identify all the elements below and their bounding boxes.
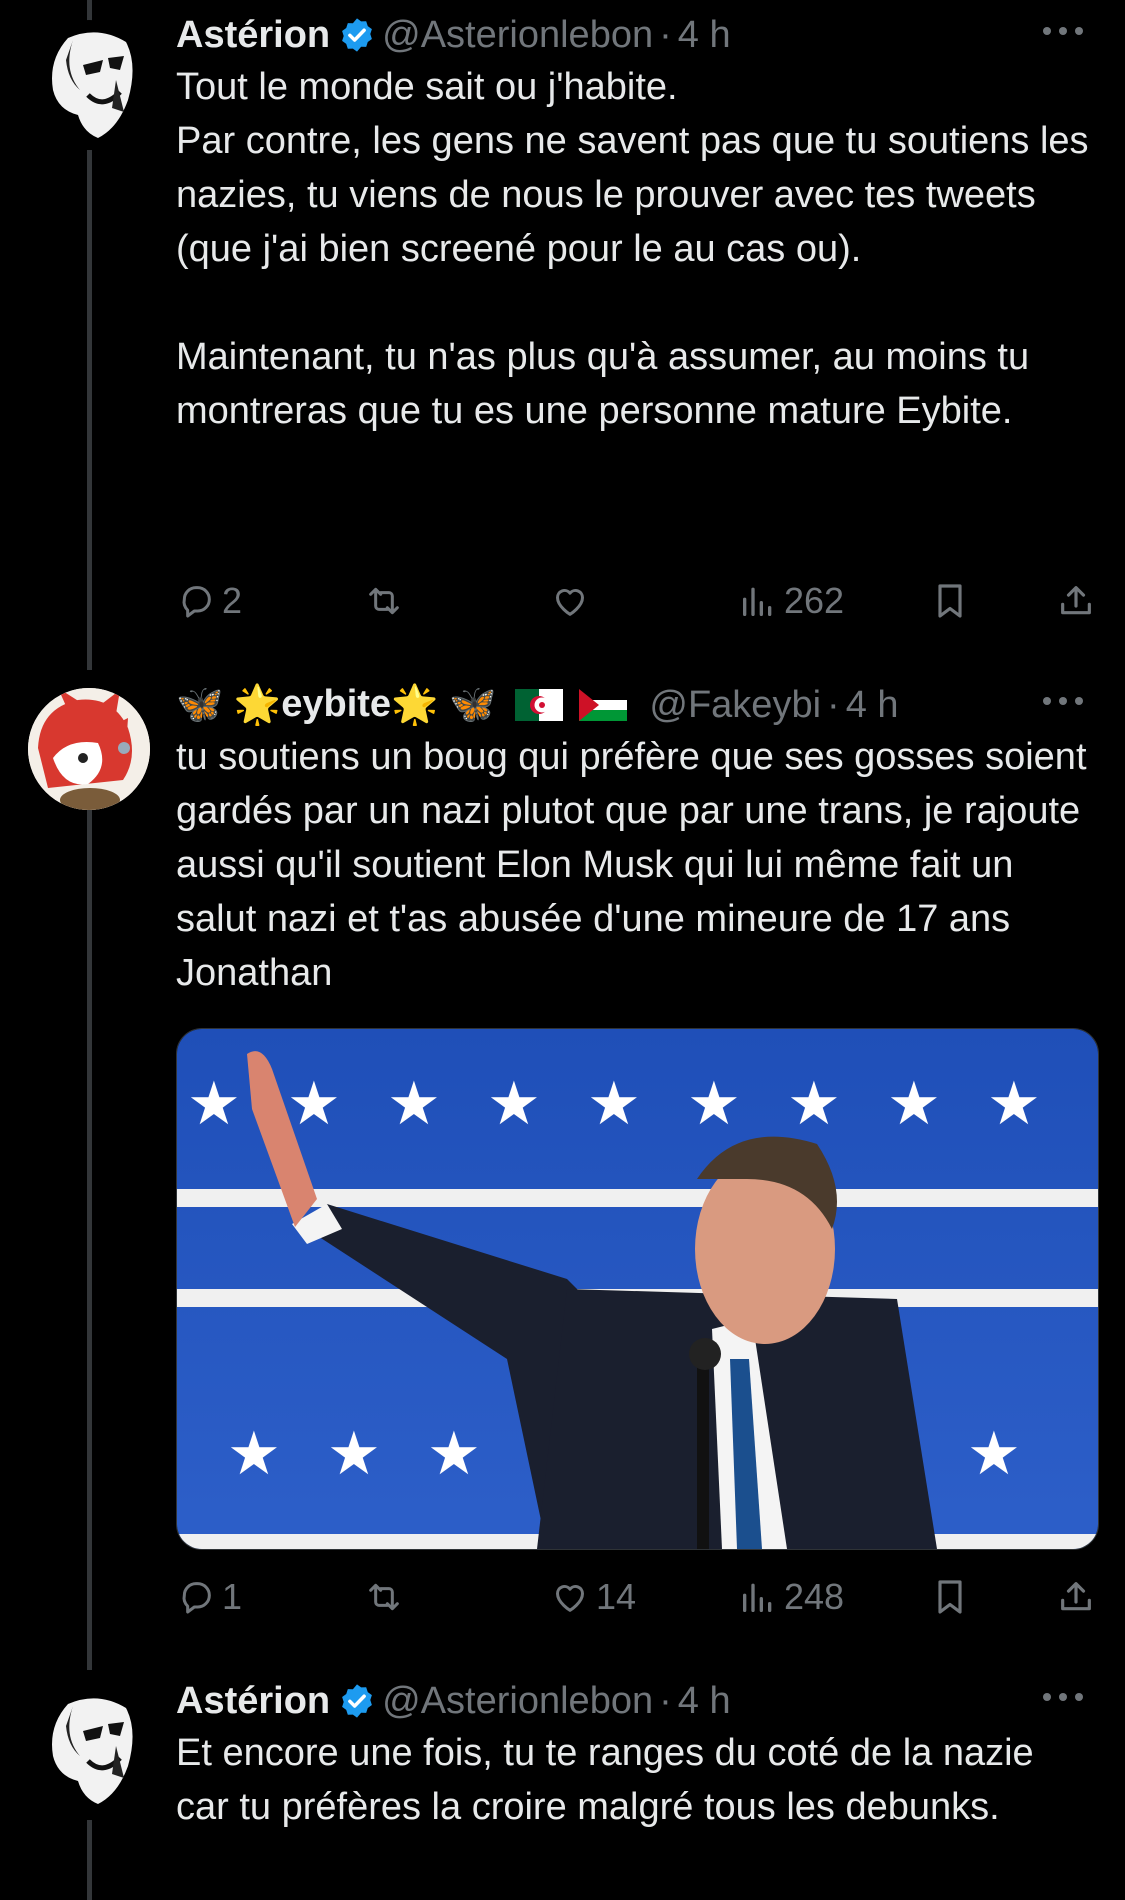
- like-count: 14: [596, 1576, 637, 1617]
- svg-text:★: ★: [327, 1419, 381, 1489]
- bookmark-button[interactable]: [930, 576, 970, 626]
- tweet-header: 🦋 🌟eybite🌟 🦋 @Fakeybi · 4 h: [176, 680, 1095, 730]
- handle[interactable]: @Asterionlebon: [382, 1680, 653, 1723]
- reply-icon: [182, 1582, 211, 1614]
- handle[interactable]: @Fakeybi: [649, 684, 821, 727]
- avatar[interactable]: [28, 688, 150, 810]
- star-icon: 🌟: [391, 684, 439, 727]
- tweet-text: Et encore une fois, tu te ranges du coté…: [176, 1732, 1045, 1828]
- retweet-icon: [369, 587, 399, 615]
- like-button[interactable]: 14: [550, 1572, 636, 1622]
- bookmark-icon: [938, 584, 962, 618]
- svg-text:★: ★: [187, 1069, 241, 1139]
- tweet-text: tu soutiens un boug qui préfère que ses …: [176, 736, 1098, 994]
- views-count: 262: [784, 580, 845, 621]
- svg-text:★: ★: [987, 1069, 1041, 1139]
- butterfly-icon: 🦋: [448, 684, 497, 727]
- display-name[interactable]: 🦋 🌟eybite🌟 🦋: [176, 682, 628, 728]
- display-name-text: eybite: [281, 682, 392, 725]
- bookmark-button[interactable]: [930, 1572, 970, 1622]
- share-icon: [1061, 586, 1091, 615]
- more-icon[interactable]: [1037, 16, 1089, 46]
- views-button[interactable]: 248: [738, 1572, 844, 1622]
- svg-text:★: ★: [687, 1069, 741, 1139]
- reply-button[interactable]: 1: [176, 1572, 242, 1622]
- like-button[interactable]: [550, 576, 596, 626]
- svg-text:★: ★: [227, 1419, 281, 1489]
- views-button[interactable]: 262: [738, 576, 844, 626]
- thread-line: [87, 1820, 92, 1900]
- verified-badge-icon: [342, 18, 373, 52]
- avatar[interactable]: [28, 20, 150, 142]
- tweet-actions: 2 262: [176, 576, 1095, 626]
- svg-text:★: ★: [487, 1069, 541, 1139]
- display-name[interactable]: Astérion: [176, 1680, 330, 1723]
- share-icon: [1061, 1582, 1091, 1611]
- handle[interactable]: @Asterionlebon: [382, 14, 653, 57]
- like-icon: [556, 589, 584, 616]
- algeria-flag-icon: [514, 689, 563, 722]
- thread-line: [87, 150, 92, 670]
- display-name[interactable]: Astérion: [176, 14, 330, 57]
- butterfly-icon: 🦋: [176, 684, 224, 727]
- bookmark-icon: [938, 1580, 962, 1614]
- star-icon: 🌟: [233, 684, 282, 727]
- retweet-icon: [369, 1583, 399, 1611]
- verified-badge-icon: [342, 1684, 373, 1718]
- svg-text:★: ★: [787, 1069, 841, 1139]
- separator-dot: ·: [659, 13, 672, 56]
- svg-text:★: ★: [887, 1069, 941, 1139]
- reply-icon: [182, 586, 211, 618]
- reply-count: 1: [222, 1576, 243, 1617]
- palestine-flag-icon: [579, 689, 628, 722]
- photo-illustration: ★ ★ ★ ★ ★ ★ ★ ★ ★ ★ ★ ★ ★: [177, 1029, 1098, 1549]
- svg-text:★: ★: [287, 1069, 341, 1139]
- timestamp[interactable]: 4 h: [678, 1680, 731, 1723]
- more-icon[interactable]: [1037, 686, 1089, 716]
- tweet[interactable]: Astérion @Asterionlebon · 4 h Et encore …: [176, 1676, 1095, 1834]
- svg-text:★: ★: [387, 1069, 441, 1139]
- like-icon: [556, 1585, 584, 1612]
- share-button[interactable]: [1056, 576, 1096, 626]
- svg-text:★: ★: [427, 1419, 481, 1489]
- retweet-button[interactable]: [364, 576, 410, 626]
- tweet-text: Tout le monde sait ou j'habite. Par cont…: [176, 66, 1089, 432]
- separator-dot: ·: [659, 1679, 672, 1722]
- views-icon: [743, 587, 772, 616]
- views-count: 248: [784, 1576, 845, 1617]
- separator-dot: ·: [827, 683, 840, 726]
- views-icon: [743, 1583, 772, 1612]
- tweet[interactable]: Astérion @Asterionlebon · 4 h Tout le mo…: [176, 10, 1095, 438]
- svg-text:★: ★: [967, 1419, 1021, 1489]
- tweet-header: Astérion @Asterionlebon · 4 h: [176, 1676, 1095, 1726]
- share-button[interactable]: [1056, 1572, 1096, 1622]
- more-icon[interactable]: [1037, 1682, 1089, 1712]
- svg-text:★: ★: [587, 1069, 641, 1139]
- tweet-header: Astérion @Asterionlebon · 4 h: [176, 10, 1095, 60]
- tweet-image[interactable]: ★ ★ ★ ★ ★ ★ ★ ★ ★ ★ ★ ★ ★: [176, 1028, 1099, 1550]
- thread-line: [87, 810, 92, 1670]
- reply-count: 2: [222, 580, 243, 621]
- retweet-button[interactable]: [364, 1572, 410, 1622]
- reply-button[interactable]: 2: [176, 576, 242, 626]
- timestamp[interactable]: 4 h: [678, 14, 731, 57]
- avatar[interactable]: [28, 1686, 150, 1808]
- tweet-actions: 1 14 248: [176, 1572, 1095, 1622]
- timestamp[interactable]: 4 h: [846, 684, 899, 727]
- tweet[interactable]: 🦋 🌟eybite🌟 🦋 @Fakeybi · 4 h tu soutiens …: [176, 680, 1095, 1000]
